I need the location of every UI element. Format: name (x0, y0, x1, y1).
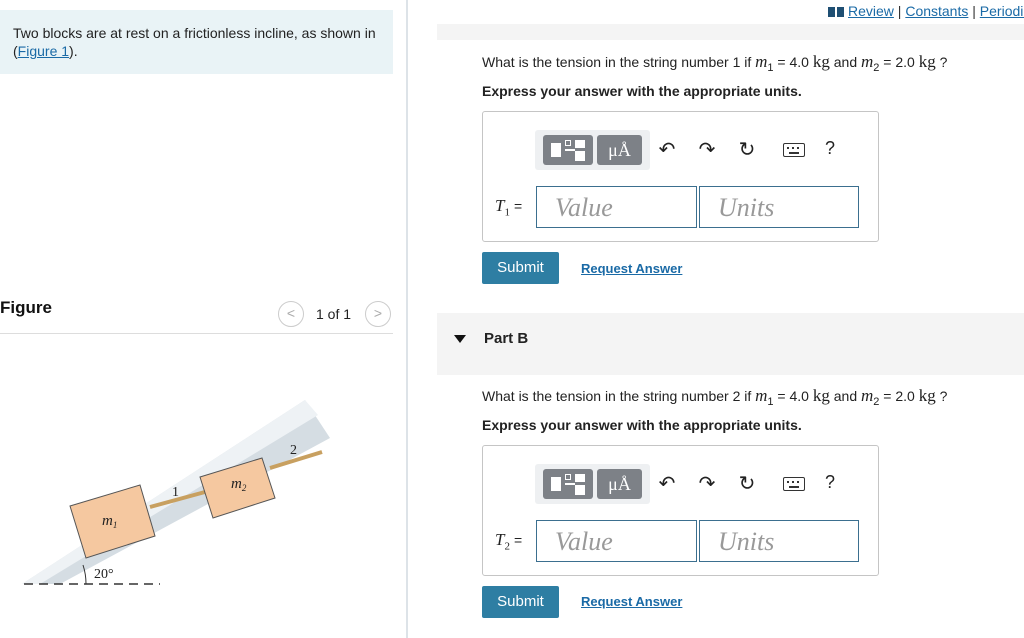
constants-link[interactable]: Constants (905, 3, 968, 19)
help-icon[interactable]: ? (825, 138, 835, 159)
undo-icon[interactable]: ↶ (655, 138, 679, 162)
angle-label: 20° (94, 567, 114, 582)
periodic-link[interactable]: Periodic (980, 3, 1024, 19)
collapse-triangle-icon[interactable] (454, 335, 466, 343)
t2-label: T2 = (495, 530, 523, 553)
part-b-instruction: Express your answer with the appropriate… (482, 417, 802, 433)
next-figure-button[interactable]: > (365, 301, 391, 327)
part-a-answer-box: μÅ ↶ ↷ ↻ ? T1 = Value Units (482, 111, 879, 242)
panel-divider (406, 0, 408, 638)
top-links: Review | Constants | Periodic (828, 3, 1024, 19)
answer-toolbar: μÅ ↶ ↷ ↻ ? (535, 130, 865, 170)
part-b-header[interactable]: Part B (437, 313, 1024, 375)
figure-link[interactable]: Figure 1 (18, 43, 69, 59)
separator: | (893, 3, 906, 19)
help-icon[interactable]: ? (825, 472, 835, 493)
part-a-request-answer-link[interactable]: Request Answer (581, 261, 682, 276)
t2-units-input[interactable]: Units (699, 520, 859, 562)
part-b-request-answer-link[interactable]: Request Answer (581, 594, 682, 609)
redo-icon[interactable]: ↷ (695, 472, 719, 496)
redo-icon[interactable]: ↷ (695, 138, 719, 162)
figure-count: 1 of 1 (316, 306, 352, 322)
figure-title: Figure (0, 298, 52, 317)
reset-icon[interactable]: ↻ (735, 472, 759, 496)
template-icon[interactable] (543, 135, 593, 165)
keyboard-icon[interactable] (783, 477, 805, 491)
part-a-question: What is the tension in the string number… (482, 52, 948, 74)
string-1-label: 1 (172, 485, 179, 500)
incline-figure: m1 m2 1 2 20° (22, 400, 330, 585)
t1-value-input[interactable]: Value (536, 186, 697, 228)
template-icon[interactable] (543, 469, 593, 499)
keyboard-icon[interactable] (783, 143, 805, 157)
problem-statement: Two blocks are at rest on a frictionless… (0, 10, 393, 74)
part-b-question: What is the tension in the string number… (482, 386, 948, 408)
book-icon (828, 7, 844, 18)
answer-toolbar: μÅ ↶ ↷ ↻ ? (535, 464, 865, 504)
part-b-title: Part B (484, 330, 529, 347)
units-icon[interactable]: μÅ (597, 135, 642, 165)
toolbar-group: μÅ (535, 464, 650, 504)
figure-header: Figure < 1 of 1 > (0, 296, 393, 334)
t1-units-input[interactable]: Units (699, 186, 859, 228)
part-b-submit-button[interactable]: Submit (482, 586, 559, 618)
string-2-label: 2 (290, 443, 297, 458)
review-link[interactable]: Review (848, 3, 894, 19)
left-panel: Two blocks are at rest on a frictionless… (0, 0, 406, 638)
part-a-header-strip (437, 24, 1024, 40)
units-icon[interactable]: μÅ (597, 469, 642, 499)
prev-figure-button[interactable]: < (278, 301, 304, 327)
t2-value-input[interactable]: Value (536, 520, 697, 562)
t1-label: T1 = (495, 196, 523, 219)
toolbar-group: μÅ (535, 130, 650, 170)
part-b-answer-box: μÅ ↶ ↷ ↻ ? T2 = Value Units (482, 445, 879, 576)
separator: | (968, 3, 980, 19)
reset-icon[interactable]: ↻ (735, 138, 759, 162)
undo-icon[interactable]: ↶ (655, 472, 679, 496)
part-a-submit-button[interactable]: Submit (482, 252, 559, 284)
problem-text-end: ). (69, 43, 78, 59)
incline-highlight (22, 400, 318, 584)
part-a-instruction: Express your answer with the appropriate… (482, 83, 802, 99)
